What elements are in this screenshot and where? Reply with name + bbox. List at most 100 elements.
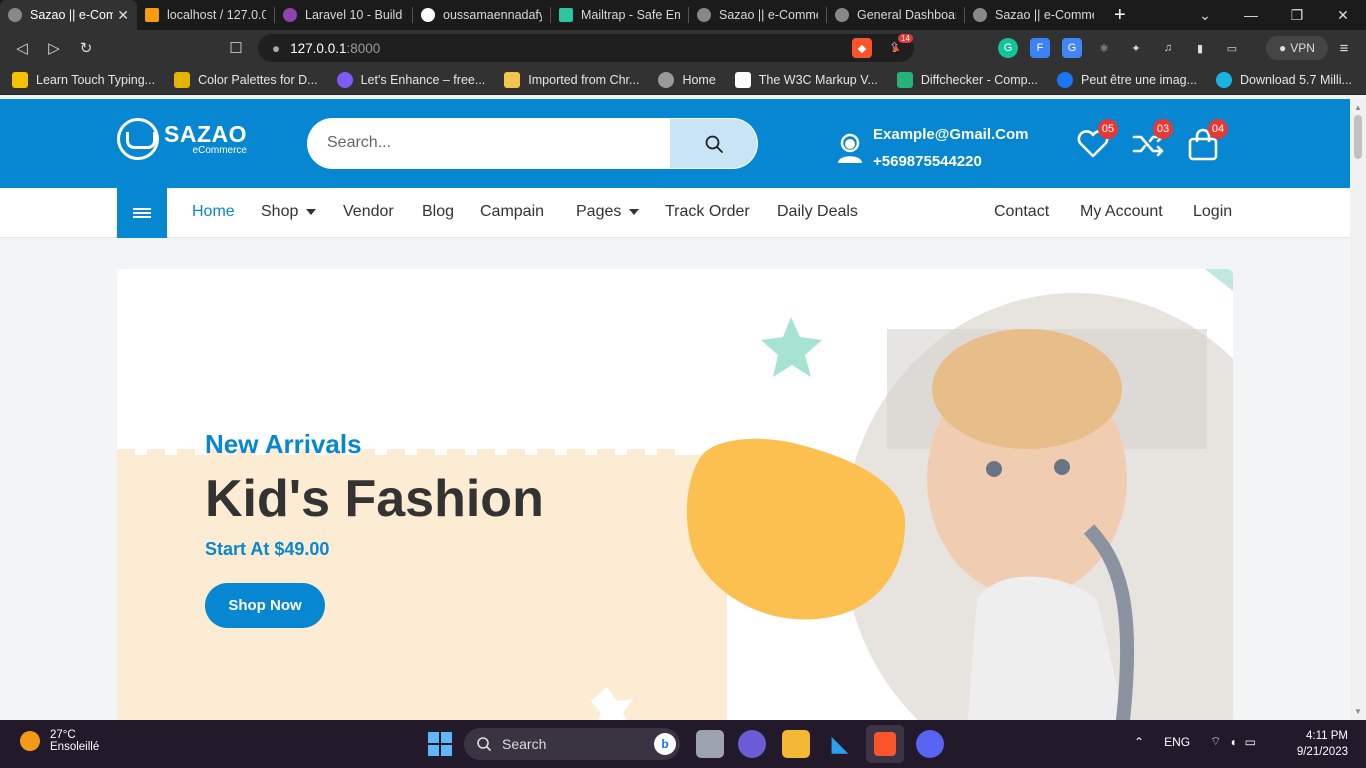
wishlist-button[interactable]: 05 [1076,119,1118,161]
hamburger-icon [133,206,151,220]
globe-icon [658,72,675,88]
system-clock[interactable]: 4:11 PM 9/21/2023 [1290,728,1348,760]
tab-sazao-2[interactable]: Sazao || e-Commer [689,0,826,30]
sidebar-icon[interactable]: ▮ [1190,38,1210,58]
search-input[interactable] [327,132,667,154]
search-button[interactable] [670,119,757,168]
tab-phpmyadmin[interactable]: localhost / 127.0.0. [137,0,274,30]
show-hidden-icons[interactable]: ⌃ [1134,735,1144,749]
media-icon[interactable]: ♫ [1158,38,1178,58]
brand-name: SAZAO [164,121,247,147]
file-explorer-icon[interactable] [782,730,810,758]
url-bar[interactable]: ● 127.0.0.1 :8000 ⇪ [258,34,914,62]
discord-icon[interactable] [916,730,944,758]
brave-taskbar-button[interactable] [866,725,904,763]
brave-shield-icon[interactable]: ◆ [852,38,872,58]
page-scrollbar[interactable]: ▲ ▼ [1350,99,1366,720]
vpn-button[interactable]: ● VPN [1266,36,1328,60]
palette-icon [174,72,191,88]
nav-my-account[interactable]: My Account [1080,203,1163,221]
bookmark-item[interactable]: Let's Enhance – free... [336,72,485,88]
globe-icon [973,8,987,22]
taskbar-search[interactable]: Search b [464,728,680,760]
bookmark-item[interactable]: Learn Touch Typing... [12,72,155,88]
weather-temp: 27°C [50,729,76,741]
teams-chat-icon[interactable] [738,730,766,758]
battery-icon[interactable]: ▭ [1245,735,1256,749]
task-view-icon[interactable] [696,730,724,758]
tab-sazao-3[interactable]: Sazao || e-Commer [965,0,1102,30]
back-icon[interactable]: ◁ [6,39,38,57]
bookmark-icon[interactable]: ☐ [220,39,252,57]
github-icon [421,8,435,22]
facebook-icon [1056,72,1073,88]
site-logo[interactable]: SAZAO eCommerce [117,118,247,160]
tab-search-chevron-icon[interactable]: ⌄ [1182,0,1228,30]
bookmark-item[interactable]: Home [658,72,716,88]
bing-icon[interactable]: b [654,733,676,755]
restore-button[interactable]: ❐ [1274,0,1320,30]
bookmark-item[interactable]: Imported from Chr... [504,72,639,88]
site-info-icon[interactable]: ● [272,41,280,56]
translate-icon[interactable]: G [1062,38,1082,58]
windows-taskbar: 27°C Ensoleillé Search b ◣ ⌃ ENG ⌔ ◖ ▭ 4… [0,720,1366,768]
grammarly-icon[interactable]: G [998,38,1018,58]
react-devtools-icon[interactable]: ⚛ [1094,38,1114,58]
scroll-up-icon[interactable]: ▲ [1354,103,1362,112]
bookmark-item[interactable]: The W3C Markup V... [734,72,878,88]
nav-shop[interactable]: Shop [261,203,317,221]
scrollbar-thumb[interactable] [1354,115,1362,159]
hero-banner: New Arrivals Kid's Fashion Start At $49.… [117,269,1233,720]
shop-now-button[interactable]: Shop Now [205,583,325,628]
nav-vendor[interactable]: Vendor [343,203,394,221]
header-phone[interactable]: +569875544220 [873,148,1029,175]
category-menu-button[interactable] [117,188,167,238]
nav-home[interactable]: Home [192,203,235,221]
nav-login[interactable]: Login [1193,203,1232,221]
bookmark-item[interactable]: Download 5.7 Milli... [1216,72,1352,88]
bookmark-item[interactable]: Peut être une imag... [1056,72,1197,88]
close-tab-icon[interactable]: ✕ [117,7,129,24]
nav-daily-deals[interactable]: Daily Deals [777,203,858,221]
brave-icon [874,732,896,756]
forward-icon[interactable]: ▷ [38,39,70,57]
site-header: SAZAO eCommerce Example@Gmail.Com +56987… [0,99,1350,188]
language-indicator[interactable]: ENG [1164,735,1190,749]
bookmark-item[interactable]: Diffchecker - Comp... [896,72,1038,88]
caret-down-icon [306,208,317,215]
bookmark-item[interactable]: Color Palettes for D... [174,72,318,88]
tab-dashboard[interactable]: General Dashboard [827,0,964,30]
scroll-down-icon[interactable]: ▼ [1354,707,1362,716]
reload-icon[interactable]: ↻ [70,39,102,57]
extensions-puzzle-icon[interactable]: ✦ [1126,38,1146,58]
bookmark-label: Download 5.7 Milli... [1240,73,1352,87]
header-email[interactable]: Example@Gmail.Com [873,121,1029,148]
cart-button[interactable]: 04 [1186,119,1228,161]
minimize-button[interactable]: — [1228,0,1274,30]
wifi-icon[interactable]: ⌔ [1210,734,1221,749]
close-window-button[interactable]: ✕ [1320,0,1366,30]
tab-github[interactable]: oussamaennadafy/ [413,0,550,30]
tab-sazao-active[interactable]: Sazao || e-Com ✕ [0,0,137,30]
vscode-icon[interactable]: ◣ [826,730,854,758]
menu-icon[interactable]: ≡ [1334,38,1354,58]
nav-campain[interactable]: Campain [480,203,544,221]
nav-pages[interactable]: Pages [576,203,640,221]
tab-title: Sazao || e-Commer [719,8,818,22]
nav-track-order[interactable]: Track Order [665,203,750,221]
clock-time: 4:11 PM [1306,730,1348,742]
volume-icon[interactable]: ◖ [1229,735,1236,749]
wallet-icon[interactable]: ▭ [1222,38,1242,58]
clock-date: 9/21/2023 [1296,746,1348,758]
tab-title: localhost / 127.0.0. [167,8,266,22]
compare-button[interactable]: 03 [1131,119,1173,161]
nav-blog[interactable]: Blog [422,203,454,221]
tab-mailtrap[interactable]: Mailtrap - Safe Ema [551,0,688,30]
nav-pages-label: Pages [576,203,622,220]
new-tab-button[interactable]: + [1102,0,1138,30]
tab-laravel[interactable]: Laravel 10 - Build M [275,0,412,30]
weather-widget[interactable]: 27°C Ensoleillé [20,729,99,753]
windows-start-icon[interactable] [428,732,452,756]
nav-contact[interactable]: Contact [994,203,1049,221]
extension-f-icon[interactable]: F [1030,38,1050,58]
